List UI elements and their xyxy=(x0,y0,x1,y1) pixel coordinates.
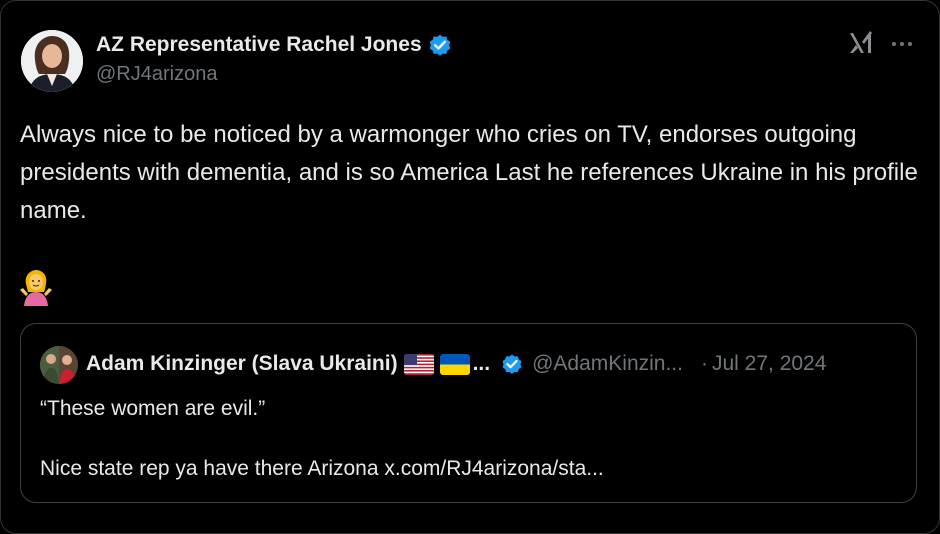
quoted-name-ellipsis: ... xyxy=(472,352,491,375)
quoted-author-row: Adam Kinzinger (Slava Ukraini) ... @Adam… xyxy=(86,350,826,378)
quoted-author-avatar[interactable] xyxy=(40,346,78,384)
author-name-row: AZ Representative Rachel Jones xyxy=(96,31,453,59)
quoted-author-name[interactable]: Adam Kinzinger (Slava Ukraini) xyxy=(86,352,398,376)
verified-badge-icon xyxy=(500,352,524,376)
quoted-author-handle[interactable]: @AdamKinzin... xyxy=(532,352,683,376)
separator-dot: · xyxy=(700,352,708,375)
ukraine-flag-icon xyxy=(439,353,470,375)
more-options-icon[interactable] xyxy=(890,37,914,49)
tweet-text: Always nice to be noticed by a warmonger… xyxy=(20,121,918,224)
author-handle[interactable]: @RJ4arizona xyxy=(96,63,217,86)
xai-grok-icon[interactable] xyxy=(847,29,875,57)
quoted-tweet[interactable]: Adam Kinzinger (Slava Ukraini) ... @Adam… xyxy=(20,323,917,503)
quoted-date[interactable]: Jul 27, 2024 xyxy=(712,352,826,376)
us-flag-icon xyxy=(403,353,434,375)
author-avatar[interactable] xyxy=(21,30,83,92)
quoted-text: “These women are evil.” Nice state rep y… xyxy=(40,397,604,480)
tweet-card[interactable]: AZ Representative Rachel Jones @RJ4arizo… xyxy=(0,0,940,534)
woman-shrugging-emoji-icon xyxy=(20,270,52,306)
verified-badge-icon xyxy=(427,32,453,58)
author-name[interactable]: AZ Representative Rachel Jones xyxy=(96,33,422,57)
